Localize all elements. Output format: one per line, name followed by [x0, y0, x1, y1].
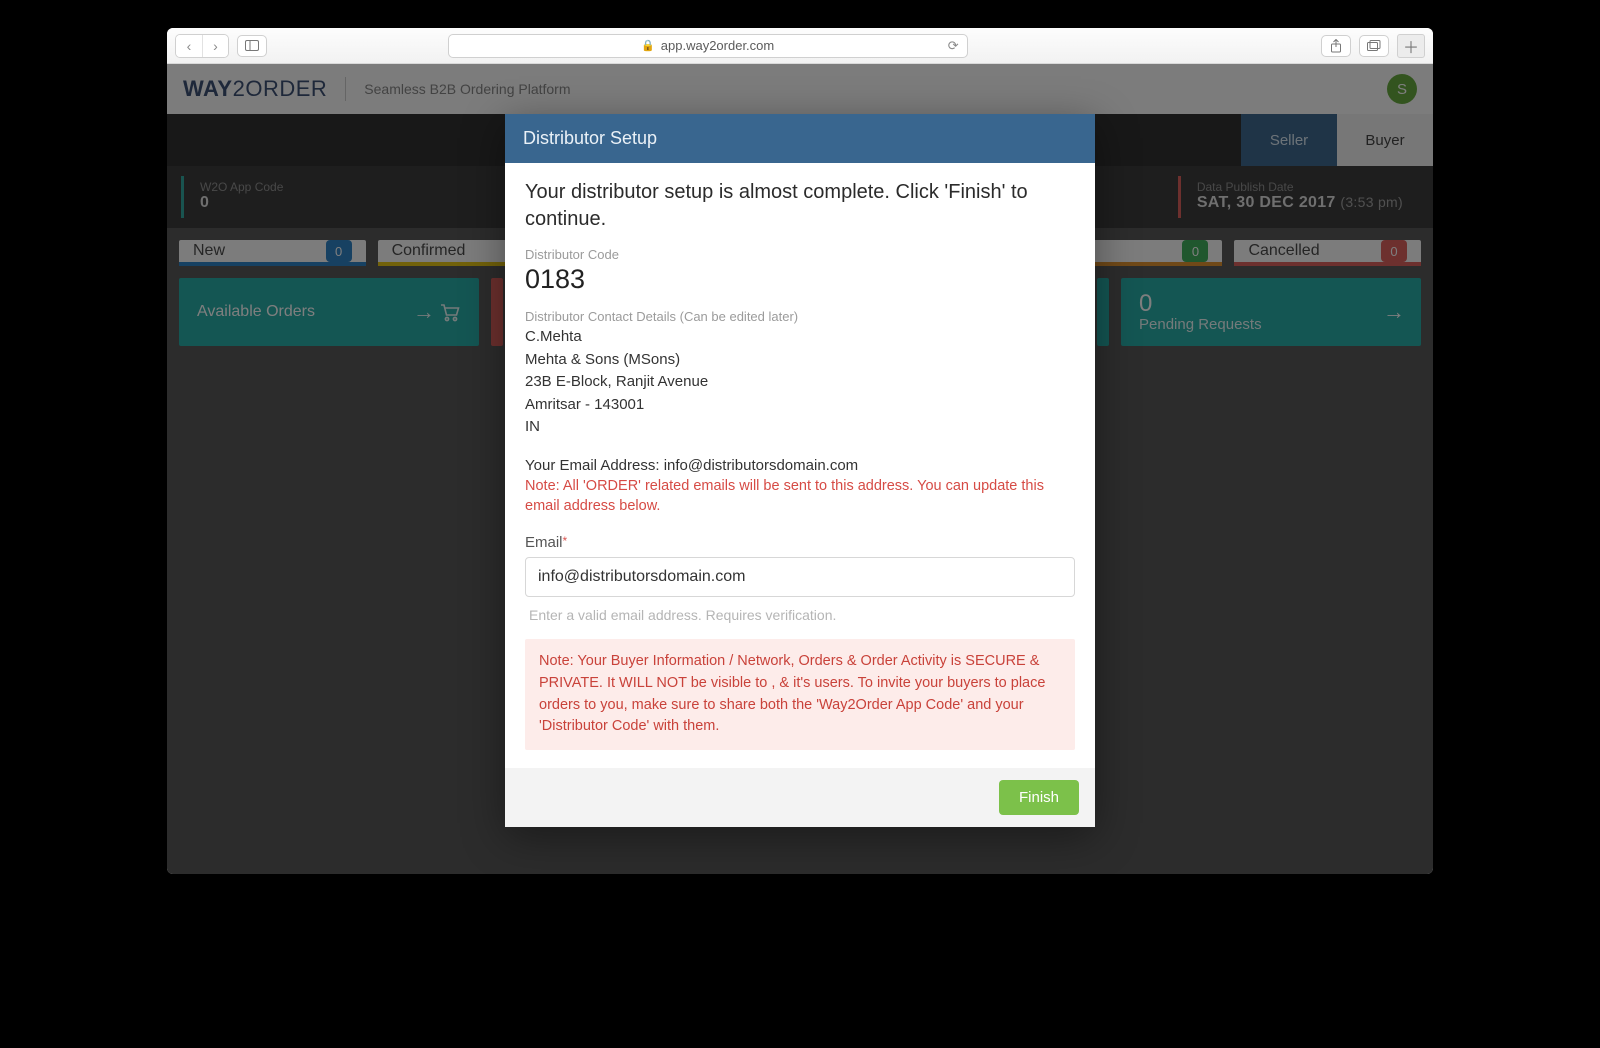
back-button[interactable]: ‹	[176, 35, 202, 57]
email-label-text: Email	[525, 534, 563, 551]
sidebar-toggle-button[interactable]	[237, 35, 267, 57]
email-row: Your Email Address: info@distributorsdom…	[525, 457, 1075, 474]
lock-icon: 🔒	[641, 39, 655, 52]
email-input[interactable]	[525, 557, 1075, 597]
contact-details-label: Distributor Contact Details (Can be edit…	[525, 309, 1075, 324]
order-email-note: Note: All 'ORDER' related emails will be…	[525, 476, 1075, 517]
reload-icon[interactable]: ⟳	[948, 38, 959, 54]
forward-button[interactable]: ›	[202, 35, 228, 57]
app-viewport: WAY2ORDER Seamless B2B Ordering Platform…	[167, 64, 1433, 874]
email-helper: Enter a valid email address. Requires ve…	[529, 607, 1075, 623]
email-row-value: info@distributorsdomain.com	[664, 457, 858, 474]
browser-toolbar: ‹ › 🔒 app.way2order.com ⟳ ＋	[167, 28, 1433, 64]
email-row-label: Your Email Address:	[525, 457, 664, 474]
tabs-button[interactable]	[1359, 35, 1389, 57]
finish-button[interactable]: Finish	[999, 780, 1079, 815]
share-button[interactable]	[1321, 35, 1351, 57]
modal-footer: Finish	[505, 768, 1095, 827]
url-bar[interactable]: 🔒 app.way2order.com ⟳	[448, 34, 968, 58]
nav-back-forward: ‹ ›	[175, 34, 229, 58]
url-host: app.way2order.com	[661, 38, 774, 53]
modal-lead: Your distributor setup is almost complet…	[525, 179, 1075, 233]
distributor-code-value: 0183	[525, 264, 1075, 295]
browser-window: ‹ › 🔒 app.way2order.com ⟳ ＋	[167, 28, 1433, 874]
required-asterisk: *	[563, 534, 568, 548]
email-field-label: Email*	[525, 534, 1075, 551]
distributor-setup-modal: Distributor Setup Your distributor setup…	[505, 114, 1095, 827]
new-tab-button[interactable]: ＋	[1397, 34, 1425, 58]
distributor-code-label: Distributor Code	[525, 247, 1075, 262]
modal-body: Your distributor setup is almost complet…	[505, 163, 1095, 768]
contact-details: C.Mehta Mehta & Sons (MSons) 23B E-Block…	[525, 326, 1075, 439]
privacy-note: Note: Your Buyer Information / Network, …	[525, 639, 1075, 750]
modal-title: Distributor Setup	[505, 114, 1095, 163]
